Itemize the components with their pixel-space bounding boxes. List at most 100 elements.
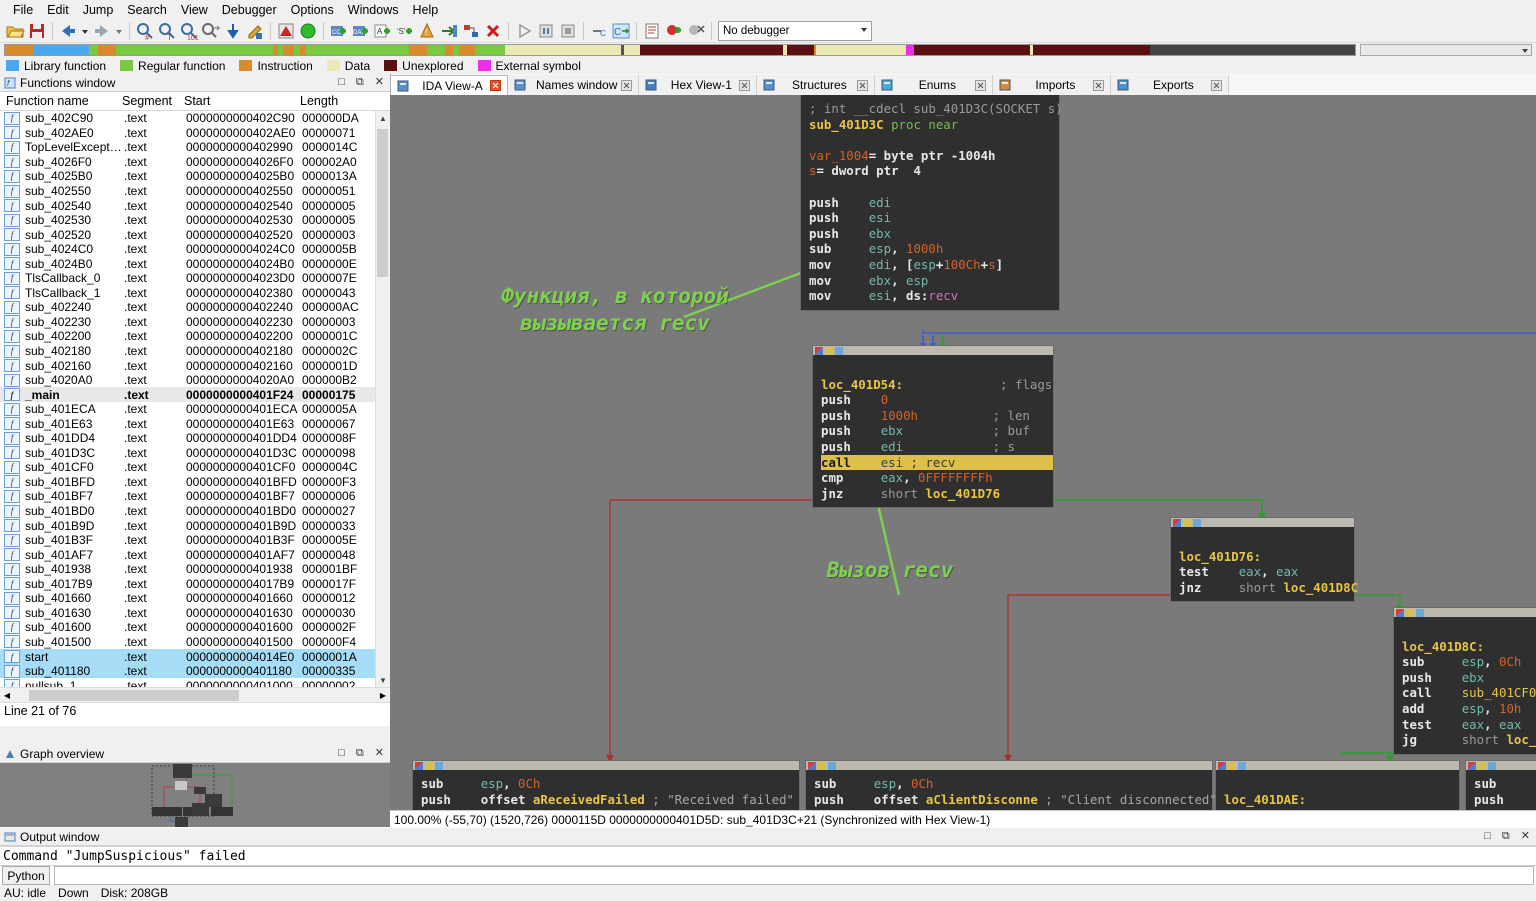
pause-icon[interactable] bbox=[536, 21, 556, 41]
navigation-strip[interactable] bbox=[4, 44, 1356, 56]
ida-graph-view[interactable]: ; int __cdecl sub_401D3C(SOCKET s) sub_40… bbox=[390, 95, 1536, 810]
code-line[interactable]: push offset aClientDisconne ; "Client di… bbox=[814, 792, 1217, 808]
code-line[interactable]: add esp, 10h bbox=[1402, 701, 1536, 717]
close-icon[interactable]: ✕ bbox=[1521, 831, 1530, 842]
menu-item-search[interactable]: Search bbox=[120, 2, 174, 18]
float-icon[interactable]: ⧉ bbox=[1502, 831, 1510, 842]
code-line[interactable]: call sub_401CF0 bbox=[1402, 685, 1536, 701]
functions-vertical-scrollbar[interactable]: ▲ ▼ bbox=[375, 111, 390, 687]
code-line[interactable]: s= dword ptr 4 bbox=[809, 163, 1059, 179]
code-line[interactable]: sub esp, 0Ch bbox=[1402, 654, 1536, 670]
code-line[interactable]: var_1004= byte ptr -1004h bbox=[809, 148, 1059, 164]
graph-node-loc-401D76[interactable]: loc_401D76: test eax, eax jnz short loc_40… bbox=[1170, 517, 1358, 603]
graph-node-titlebar[interactable] bbox=[1465, 760, 1536, 770]
code-line[interactable] bbox=[1179, 533, 1354, 549]
make-struct-icon[interactable]: 'S' bbox=[395, 21, 415, 41]
delete-icon[interactable] bbox=[483, 21, 503, 41]
tab-ida-view-a[interactable]: IDA View-A bbox=[390, 75, 508, 95]
cli-language-button[interactable]: Python bbox=[2, 866, 50, 885]
table-row[interactable]: f sub_402240 .text 0000000000402240 000000AC bbox=[0, 300, 390, 315]
code-line[interactable]: test eax, eax bbox=[1402, 717, 1536, 733]
tab-structures[interactable]: Structures bbox=[757, 75, 876, 95]
table-row[interactable]: f sub_402180 .text 0000000000402180 0000002C bbox=[0, 344, 390, 359]
scroll-right-icon[interactable]: ▶ bbox=[376, 691, 390, 700]
code-line[interactable]: jnz short loc_401D76 bbox=[821, 486, 1053, 502]
code-line[interactable]: ; int __cdecl sub_401D3C(SOCKET s) bbox=[809, 101, 1063, 117]
code-line[interactable] bbox=[1224, 776, 1459, 792]
make-code-icon[interactable]: CODE bbox=[329, 21, 349, 41]
code-line[interactable]: push 0 bbox=[821, 392, 1053, 408]
code-line[interactable]: loc_401DAE: bbox=[1224, 792, 1459, 808]
code-line[interactable]: push esi bbox=[809, 210, 1059, 226]
table-row[interactable]: f sub_401BFD .text 0000000000401BFD 000000F3 bbox=[0, 475, 390, 490]
code-line[interactable]: push offset aReceivedFailed ; "Received … bbox=[421, 792, 799, 808]
table-row[interactable]: f TopLevelExceptio... .text 000000000040299… bbox=[0, 140, 390, 155]
graph-node-titlebar[interactable] bbox=[1170, 517, 1355, 527]
table-row[interactable]: f sub_402520 .text 0000000000402520 00000003 bbox=[0, 227, 390, 242]
menu-item-jump[interactable]: Jump bbox=[76, 2, 121, 18]
code-line[interactable]: mov ebx, esp bbox=[809, 273, 1059, 289]
table-row[interactable]: f sub_401ECA .text 0000000000401ECA 0000005A bbox=[0, 402, 390, 417]
code-line[interactable]: jg short loc_4 bbox=[1402, 732, 1536, 748]
code-line[interactable]: mov esi, ds:recv bbox=[809, 288, 1059, 304]
code-line[interactable]: sub_401D3C proc near bbox=[809, 117, 1059, 133]
code-line[interactable]: push ebx ; buf bbox=[821, 423, 1053, 439]
column-header-function-name[interactable]: Function name bbox=[0, 94, 116, 108]
tab-hex-view-1[interactable]: Hex View-1 bbox=[639, 75, 758, 95]
table-row[interactable]: f sub_402550 .text 0000000000402550 00000051 bbox=[0, 184, 390, 199]
maximize-icon[interactable]: □ bbox=[1484, 831, 1491, 842]
tab-enums[interactable]: Enums bbox=[875, 75, 994, 95]
graph-node-partial[interactable]: sub push bbox=[1465, 760, 1536, 810]
code-line[interactable] bbox=[809, 179, 1059, 195]
code-line[interactable] bbox=[821, 361, 1053, 377]
list-icon[interactable] bbox=[642, 21, 662, 41]
graph-node-loc-401DAE[interactable]: loc_401DAE: bbox=[1215, 760, 1460, 810]
table-row[interactable]: f sub_402540 .text 0000000000402540 00000005 bbox=[0, 198, 390, 213]
code-line[interactable]: test eax, eax bbox=[1179, 564, 1354, 580]
menu-item-debugger[interactable]: Debugger bbox=[215, 2, 284, 18]
open-icon[interactable] bbox=[5, 21, 25, 41]
add-bpt-icon[interactable] bbox=[664, 21, 684, 41]
code-line[interactable]: sub bbox=[1474, 776, 1536, 792]
code-line[interactable] bbox=[1402, 623, 1536, 639]
column-header-length[interactable]: Length bbox=[294, 94, 374, 108]
search-imm-icon[interactable]: 101 bbox=[179, 21, 199, 41]
search-hex-icon[interactable]: # bbox=[135, 21, 155, 41]
code-line[interactable]: push edi bbox=[809, 195, 1059, 211]
stop-icon[interactable] bbox=[558, 21, 578, 41]
graph-node-received-failed[interactable]: sub esp, 0Ch push offset aReceivedFailed … bbox=[412, 760, 800, 810]
table-row[interactable]: f sub_401938 .text 0000000000401938 000001BF bbox=[0, 562, 390, 577]
graph-node-titlebar[interactable] bbox=[412, 760, 800, 770]
make-ascii-icon[interactable]: A bbox=[373, 21, 393, 41]
code-line[interactable]: loc_401D8C: bbox=[1402, 639, 1536, 655]
table-row[interactable]: f sub_4020A0 .text 00000000004020A0 000000B2 bbox=[0, 373, 390, 388]
table-row[interactable]: f sub_4017B9 .text 00000000004017B9 0000017F bbox=[0, 577, 390, 592]
table-row[interactable]: f start .text 00000000004014E0 0000001A bbox=[0, 649, 390, 664]
code-line[interactable]: call esi ; recv bbox=[821, 454, 1053, 471]
functions-table-body[interactable]: f sub_402C90 .text 0000000000402C90 000000DA… bbox=[0, 111, 390, 687]
table-row[interactable]: f sub_402C90 .text 0000000000402C90 000000DA bbox=[0, 111, 390, 126]
table-row[interactable]: f sub_401DD4 .text 0000000000401DD4 0000008F bbox=[0, 431, 390, 446]
menu-item-view[interactable]: View bbox=[174, 2, 215, 18]
tab-exports[interactable]: Exports bbox=[1111, 75, 1230, 95]
edit-func-icon[interactable] bbox=[245, 21, 265, 41]
scroll-down-icon[interactable]: ▼ bbox=[376, 673, 390, 687]
table-row[interactable]: f sub_402230 .text 0000000000402230 00000003 bbox=[0, 315, 390, 330]
close-icon[interactable]: ✕ bbox=[375, 748, 384, 759]
forward-dropdown-icon[interactable] bbox=[114, 21, 124, 41]
save-icon[interactable] bbox=[27, 21, 47, 41]
table-row[interactable]: f sub_401E63 .text 0000000000401E63 00000067 bbox=[0, 416, 390, 431]
forward-icon[interactable] bbox=[92, 21, 112, 41]
table-row[interactable]: f sub_401AF7 .text 0000000000401AF7 00000048 bbox=[0, 547, 390, 562]
del-bpt-icon[interactable] bbox=[686, 21, 706, 41]
scroll-left-icon[interactable]: ◀ bbox=[0, 691, 14, 700]
graph-overview-canvas[interactable] bbox=[0, 763, 390, 827]
back-icon[interactable] bbox=[58, 21, 78, 41]
table-row[interactable]: f sub_402200 .text 0000000000402200 0000001C bbox=[0, 329, 390, 344]
graph-node-titlebar[interactable] bbox=[1393, 607, 1536, 617]
table-row[interactable]: f sub_401630 .text 0000000000401630 00000030 bbox=[0, 606, 390, 621]
graph-node-sub-401D3C[interactable]: ; int __cdecl sub_401D3C(SOCKET s) sub_40… bbox=[800, 95, 1063, 311]
table-row[interactable]: f sub_4024C0 .text 00000000004024C0 0000005B bbox=[0, 242, 390, 257]
tab-close-icon[interactable] bbox=[621, 79, 633, 91]
code-line[interactable]: cmp eax, 0FFFFFFFFh bbox=[821, 470, 1053, 486]
